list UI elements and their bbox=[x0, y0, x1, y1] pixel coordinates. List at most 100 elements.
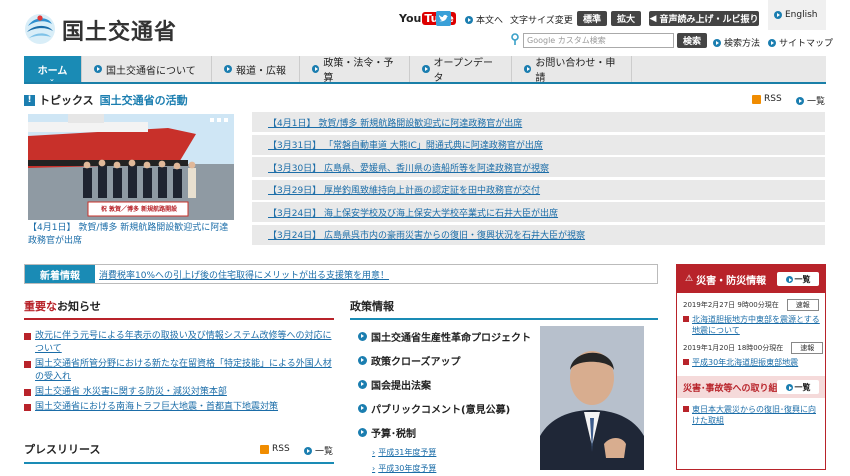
press-rss-label: RSS bbox=[272, 444, 290, 454]
policy-info-title: 政策情報 bbox=[350, 300, 394, 313]
site-header: 国土交通省 YouTube 本文へ 文字サイズ変更 標準 拡大 ◀ 音声読み上げ… bbox=[0, 0, 850, 55]
skip-to-content-link[interactable]: 本文へ bbox=[465, 13, 503, 26]
topic-news-item[interactable]: 【3月30日】 広島県、愛媛県、香川県の造船所等を阿達政務官が視察 bbox=[252, 157, 825, 178]
policy-item-label: 国土交通省生産性革命プロジェクト bbox=[371, 332, 531, 344]
speaker-icon: ◀ bbox=[649, 13, 657, 24]
speech-ruby-button[interactable]: ◀ 音声読み上げ・ルビ振り bbox=[649, 11, 759, 26]
nav-contact-label: お問い合わせ・申請 bbox=[535, 58, 616, 84]
section-divider bbox=[24, 462, 334, 464]
location-pin-icon bbox=[511, 33, 519, 45]
section-divider bbox=[350, 318, 658, 320]
nav-policy[interactable]: 政策・法令・予算 bbox=[300, 56, 410, 84]
rss-icon bbox=[260, 444, 269, 454]
disaster-response-list-button[interactable]: 一覧 bbox=[777, 380, 819, 394]
rss-icon bbox=[752, 94, 761, 104]
disaster-response-link[interactable]: 東日本大震災からの復旧･復興に向けた取組 bbox=[677, 398, 825, 426]
important-notices-title: 重要なお知らせ bbox=[24, 298, 101, 314]
disaster-entry-date: 2019年1月20日 18時00分現在 bbox=[683, 344, 784, 352]
arrow-bullet-icon bbox=[94, 65, 102, 73]
topics-list-link[interactable]: 一覧 bbox=[796, 94, 825, 107]
policy-item[interactable]: 予算･税制 bbox=[358, 420, 538, 444]
search-help-link[interactable]: 検索方法 bbox=[713, 36, 760, 49]
topic-photo-caption[interactable]: 【4月1日】 敦賀/博多 新規航路開設歓迎式に阿達政務官が出席 bbox=[28, 222, 234, 248]
chevron-right-icon: › bbox=[372, 463, 376, 473]
topic-news-item[interactable]: 【3月31日】 「常磐自動車道 大熊IC」開通式典に阿達政務官が出席 bbox=[252, 134, 825, 155]
search-button[interactable]: 検索 bbox=[677, 33, 707, 48]
disaster-list-label: 一覧 bbox=[794, 274, 811, 284]
english-link[interactable]: English bbox=[768, 0, 826, 30]
site-title[interactable]: 国土交通省 bbox=[62, 14, 177, 46]
disaster-response-link-text: 東日本大震災からの復旧･復興に向けた取組 bbox=[692, 405, 816, 425]
nav-open-data[interactable]: オープンデータ bbox=[410, 56, 512, 84]
arrow-bullet-icon bbox=[358, 427, 367, 437]
topics-rss-link[interactable]: RSS bbox=[752, 94, 782, 104]
square-bullet-icon bbox=[683, 316, 689, 322]
disaster-list-button[interactable]: 一覧 bbox=[777, 272, 819, 286]
notice-text: 国土交通省所管分野における新たな在留資格「特定技能」による外国人材の受入れ bbox=[35, 359, 332, 382]
disaster-entry-link-text: 北海道胆振地方中東部を震源とする地震について bbox=[692, 315, 820, 335]
disaster-response-list-label: 一覧 bbox=[794, 382, 811, 392]
budget-sub-label: 平成31年度予算 bbox=[378, 447, 437, 457]
nav-policy-label: 政策・法令・予算 bbox=[323, 58, 394, 84]
photo-sign-text: 祝 敦賀／博多 新規航路開設 bbox=[100, 206, 178, 213]
disaster-title: 災害・防災情報 bbox=[696, 275, 767, 287]
nav-home[interactable]: ホーム ⌄ bbox=[24, 56, 82, 83]
whats-new-label: 新着情報 bbox=[25, 265, 95, 283]
arrow-bullet-icon bbox=[524, 65, 532, 73]
chevron-down-icon: ⌄ bbox=[49, 75, 55, 83]
arrow-bullet-icon bbox=[358, 331, 367, 341]
search-help-label: 検索方法 bbox=[724, 39, 761, 49]
arrow-bullet-icon bbox=[796, 96, 804, 105]
twitter-icon[interactable] bbox=[436, 11, 451, 26]
notice-item[interactable]: 改元に伴う元号による年表示の取扱い及び情報システム改修等への対応について bbox=[24, 330, 334, 356]
sitemap-label: サイトマップ bbox=[779, 39, 834, 49]
policy-item[interactable]: 政策クローズアップ bbox=[358, 348, 538, 372]
topic-news-item[interactable]: 【3月29日】 厚岸釣風致維持向上計画の認定証を田中政務官が交付 bbox=[252, 179, 825, 200]
disaster-response-header: 災害･事故等への取り組み 一覧 bbox=[677, 376, 825, 398]
press-rss-link[interactable]: RSS bbox=[260, 444, 290, 454]
policy-item[interactable]: パブリックコメント(意見公募) bbox=[358, 396, 538, 420]
notice-item[interactable]: 国土交通省 水災害に関する防災・減災対策本部 bbox=[24, 386, 334, 399]
policy-item[interactable]: 国会提出法案 bbox=[358, 372, 538, 396]
disaster-entry-tag: 速報 bbox=[786, 299, 819, 311]
text-size-large-button[interactable]: 拡大 bbox=[611, 11, 641, 26]
topic-photo[interactable]: 祝 敦賀／博多 新規航路開設 bbox=[28, 114, 234, 220]
nav-about[interactable]: 国土交通省について bbox=[82, 56, 212, 82]
policy-item[interactable]: 国土交通省生産性革命プロジェクト bbox=[358, 324, 538, 348]
square-bullet-icon bbox=[24, 361, 31, 368]
mlit-logo-icon[interactable] bbox=[24, 12, 56, 46]
press-list-label: 一覧 bbox=[315, 447, 334, 457]
disaster-entry-tag: 速報 bbox=[791, 342, 824, 354]
disaster-entry-link[interactable]: 平成30年北海道胆振東部地震 bbox=[683, 357, 825, 368]
topic-news-item[interactable]: 【4月1日】 敦賀/博多 新規航路開設歓迎式に阿達政務官が出席 bbox=[252, 112, 825, 132]
budget-sub-link[interactable]: › 平成30年度予算 bbox=[358, 460, 538, 476]
notice-text: 改元に伴う元号による年表示の取扱い及び情報システム改修等への対応について bbox=[35, 331, 332, 354]
policy-item-label: 国会提出法案 bbox=[371, 380, 431, 392]
search-input[interactable]: Google カスタム検索 bbox=[523, 33, 674, 48]
text-size-standard-button[interactable]: 標準 bbox=[577, 11, 607, 26]
press-list-link[interactable]: 一覧 bbox=[304, 444, 333, 457]
section-divider bbox=[24, 318, 334, 320]
notice-item[interactable]: 国土交通省における南海トラフ巨大地震・首都直下地震対策 bbox=[24, 401, 334, 414]
nav-press[interactable]: 報道・広報 bbox=[212, 56, 300, 82]
square-bullet-icon bbox=[24, 389, 31, 396]
minister-portrait[interactable] bbox=[540, 326, 644, 470]
arrow-bullet-icon bbox=[304, 446, 312, 455]
important-notices-accent: 重要な bbox=[24, 300, 57, 313]
budget-sub-link[interactable]: › 平成31年度予算 bbox=[358, 444, 538, 460]
nav-contact[interactable]: お問い合わせ・申請 bbox=[512, 56, 632, 84]
text-size-label: 文字サイズ変更 bbox=[510, 16, 573, 26]
warning-icon: ⚠ bbox=[685, 274, 694, 284]
topic-news-item[interactable]: 【3月24日】 海上保安学校及び海上保安大学校卒業式に石井大臣が出席 bbox=[252, 202, 825, 223]
notice-item[interactable]: 国土交通省所管分野における新たな在留資格「特定技能」による外国人材の受入れ bbox=[24, 358, 334, 384]
disaster-entry-link[interactable]: 北海道胆振地方中東部を震源とする地震について bbox=[683, 314, 825, 336]
topic-news-item[interactable]: 【3月24日】 広島県呉市内の豪雨災害からの復旧・復興状況を石井大臣が視察 bbox=[252, 224, 825, 245]
english-label: English bbox=[785, 10, 818, 20]
whats-new-link[interactable]: 消費税率10%への引上げ後の住宅取得にメリットが出る支援策を用意！ bbox=[95, 268, 389, 281]
chevron-right-icon: › bbox=[372, 447, 376, 457]
minister-photo-image bbox=[540, 326, 644, 470]
arrow-bullet-icon bbox=[785, 275, 793, 283]
arrow-bullet-icon bbox=[774, 11, 782, 19]
important-notices-rest: お知らせ bbox=[57, 300, 101, 313]
sitemap-link[interactable]: サイトマップ bbox=[768, 36, 833, 49]
